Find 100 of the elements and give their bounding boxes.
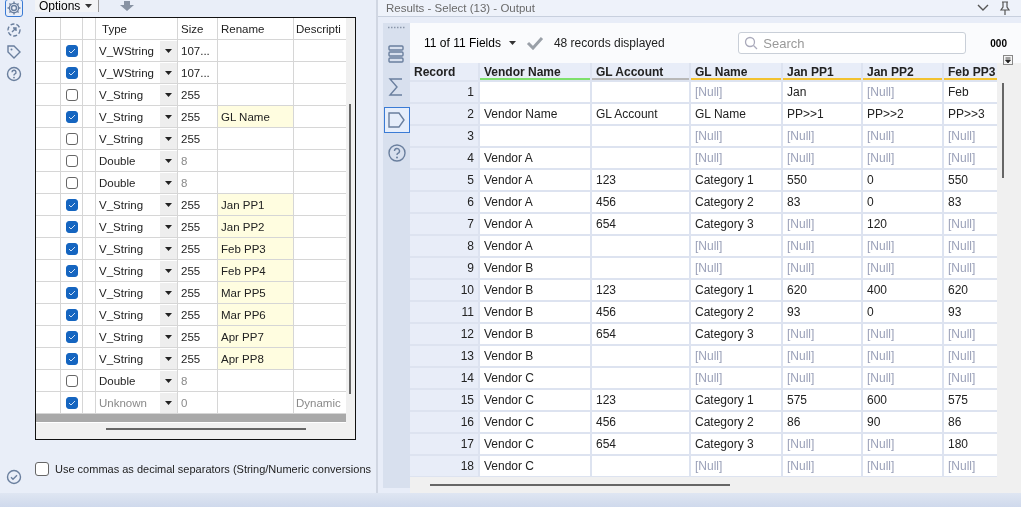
row-number: 1	[410, 82, 480, 102]
type-dropdown[interactable]: V_String	[96, 84, 178, 105]
table-cell: 123	[592, 390, 691, 410]
rename-field[interactable]: Mar PP5	[218, 282, 294, 303]
tag-icon[interactable]	[6, 44, 22, 60]
scroll-menu-icon[interactable]	[1003, 55, 1013, 65]
type-dropdown[interactable]: Double	[96, 150, 178, 171]
table-cell: Vendor C	[480, 456, 592, 476]
checkbox[interactable]	[65, 264, 78, 277]
type-dropdown[interactable]: V_String	[96, 304, 178, 325]
checkbox[interactable]	[65, 242, 78, 255]
help-icon[interactable]	[6, 66, 22, 82]
table-cell: 456	[592, 302, 691, 322]
checkbox[interactable]	[65, 308, 78, 321]
checkbox[interactable]	[65, 154, 78, 167]
checkbox[interactable]	[65, 198, 78, 211]
checkmark-icon	[67, 311, 76, 318]
checkbox[interactable]	[65, 66, 78, 79]
type-dropdown[interactable]: V_WString	[96, 62, 178, 83]
type-dropdown[interactable]: V_WString	[96, 40, 178, 61]
checkbox[interactable]	[65, 396, 78, 409]
type-dropdown[interactable]: V_String	[96, 260, 178, 281]
column-header[interactable]: Record	[414, 64, 456, 79]
row-number: 12	[410, 324, 480, 344]
table-cell: 456	[592, 412, 691, 432]
table-cell: 456	[592, 192, 691, 212]
table-cell: 255	[178, 84, 218, 105]
pin-icon[interactable]	[999, 1, 1011, 15]
type-dropdown[interactable]: V_String	[96, 348, 178, 369]
results-title: Results - Select (13) - Output	[386, 2, 535, 14]
scrollbar-thumb[interactable]	[430, 484, 730, 486]
grip-icon[interactable]	[386, 26, 407, 29]
table-cell: [Null]	[863, 368, 944, 388]
checkbox[interactable]	[65, 374, 78, 387]
caret-icon	[165, 312, 172, 317]
table-cell: [Null]	[783, 434, 863, 454]
type-dropdown[interactable]: V_String	[96, 128, 178, 149]
checkbox[interactable]	[65, 330, 78, 343]
search-field[interactable]: Search	[738, 32, 967, 54]
number-format-button[interactable]: 000	[990, 37, 1007, 49]
checkbox[interactable]	[65, 220, 78, 233]
table-cell: 107...	[178, 62, 218, 83]
checkbox[interactable]	[65, 88, 78, 101]
table-cell: 0	[863, 170, 944, 190]
arrow-circle-icon[interactable]	[6, 22, 22, 38]
tag-icon[interactable]	[384, 108, 409, 132]
type-dropdown[interactable]: V_String	[96, 194, 178, 215]
table-cell: 8	[178, 172, 218, 193]
settings-icon[interactable]	[6, 0, 22, 16]
table-cell: Category 1	[691, 170, 783, 190]
options-tab[interactable]: Options	[35, 0, 100, 12]
rename-field[interactable]: Jan PP1	[218, 194, 294, 215]
scrollbar-thumb[interactable]	[349, 104, 351, 394]
checkbox[interactable]	[65, 176, 78, 189]
type-dropdown[interactable]: V_String	[96, 238, 178, 259]
type-dropdown[interactable]: Double	[96, 172, 178, 193]
caret-icon	[165, 400, 172, 405]
rename-field[interactable]: Jan PP2	[218, 216, 294, 237]
table-cell: [Null]	[783, 368, 863, 388]
table-cell: [Null]	[863, 434, 944, 454]
scrollbar-thumb[interactable]	[1002, 83, 1004, 178]
rename-field[interactable]: Feb PP4	[218, 260, 294, 281]
type-dropdown[interactable]: Double	[96, 370, 178, 391]
caret-icon	[165, 356, 172, 361]
table-cell: PP>>2	[863, 104, 944, 124]
checkbox[interactable]	[65, 44, 78, 57]
table-cell: Category 3	[691, 324, 783, 344]
table-cell: 123	[592, 170, 691, 190]
rename-field[interactable]: GL Name	[218, 106, 294, 127]
checkbox[interactable]	[65, 132, 78, 145]
caret-icon	[165, 70, 172, 75]
rename-field[interactable]: Feb PP3	[218, 238, 294, 259]
scrollbar-thumb[interactable]	[106, 428, 306, 430]
checkbox[interactable]	[65, 352, 78, 365]
table-cell-text: 180	[947, 436, 970, 453]
type-dropdown[interactable]: Unknown	[96, 392, 178, 413]
rename-field[interactable]: Mar PP6	[218, 304, 294, 325]
caret-icon	[165, 202, 172, 207]
rename-field[interactable]: Apr PP7	[218, 326, 294, 347]
table-cell: [Null]	[863, 346, 944, 366]
type-dropdown[interactable]: V_String	[96, 326, 178, 347]
download-arrow-icon[interactable]	[119, 1, 136, 11]
checkbox[interactable]	[65, 110, 78, 123]
rename-field[interactable]: Apr PP8	[218, 348, 294, 369]
table-cell: 550	[783, 170, 863, 190]
table-cell: GL Account	[592, 104, 691, 124]
table-cell-text: Dynamic	[295, 395, 342, 411]
checkbox[interactable]	[65, 286, 78, 299]
row-number: 2	[410, 104, 480, 124]
type-dropdown[interactable]: V_String	[96, 106, 178, 127]
chevron-down-icon[interactable]	[977, 4, 989, 12]
table-cell: 400	[863, 280, 944, 300]
table-cell: [Null]	[783, 236, 863, 256]
type-dropdown[interactable]: V_String	[96, 216, 178, 237]
table-cell: Vendor B	[480, 324, 592, 344]
checkmark-icon[interactable]	[525, 36, 544, 50]
type-dropdown[interactable]: V_String	[96, 282, 178, 303]
fields-dropdown[interactable]: 11 of 11 Fields	[424, 36, 516, 50]
caret-icon	[85, 4, 93, 8]
checkbox[interactable]	[35, 462, 49, 476]
